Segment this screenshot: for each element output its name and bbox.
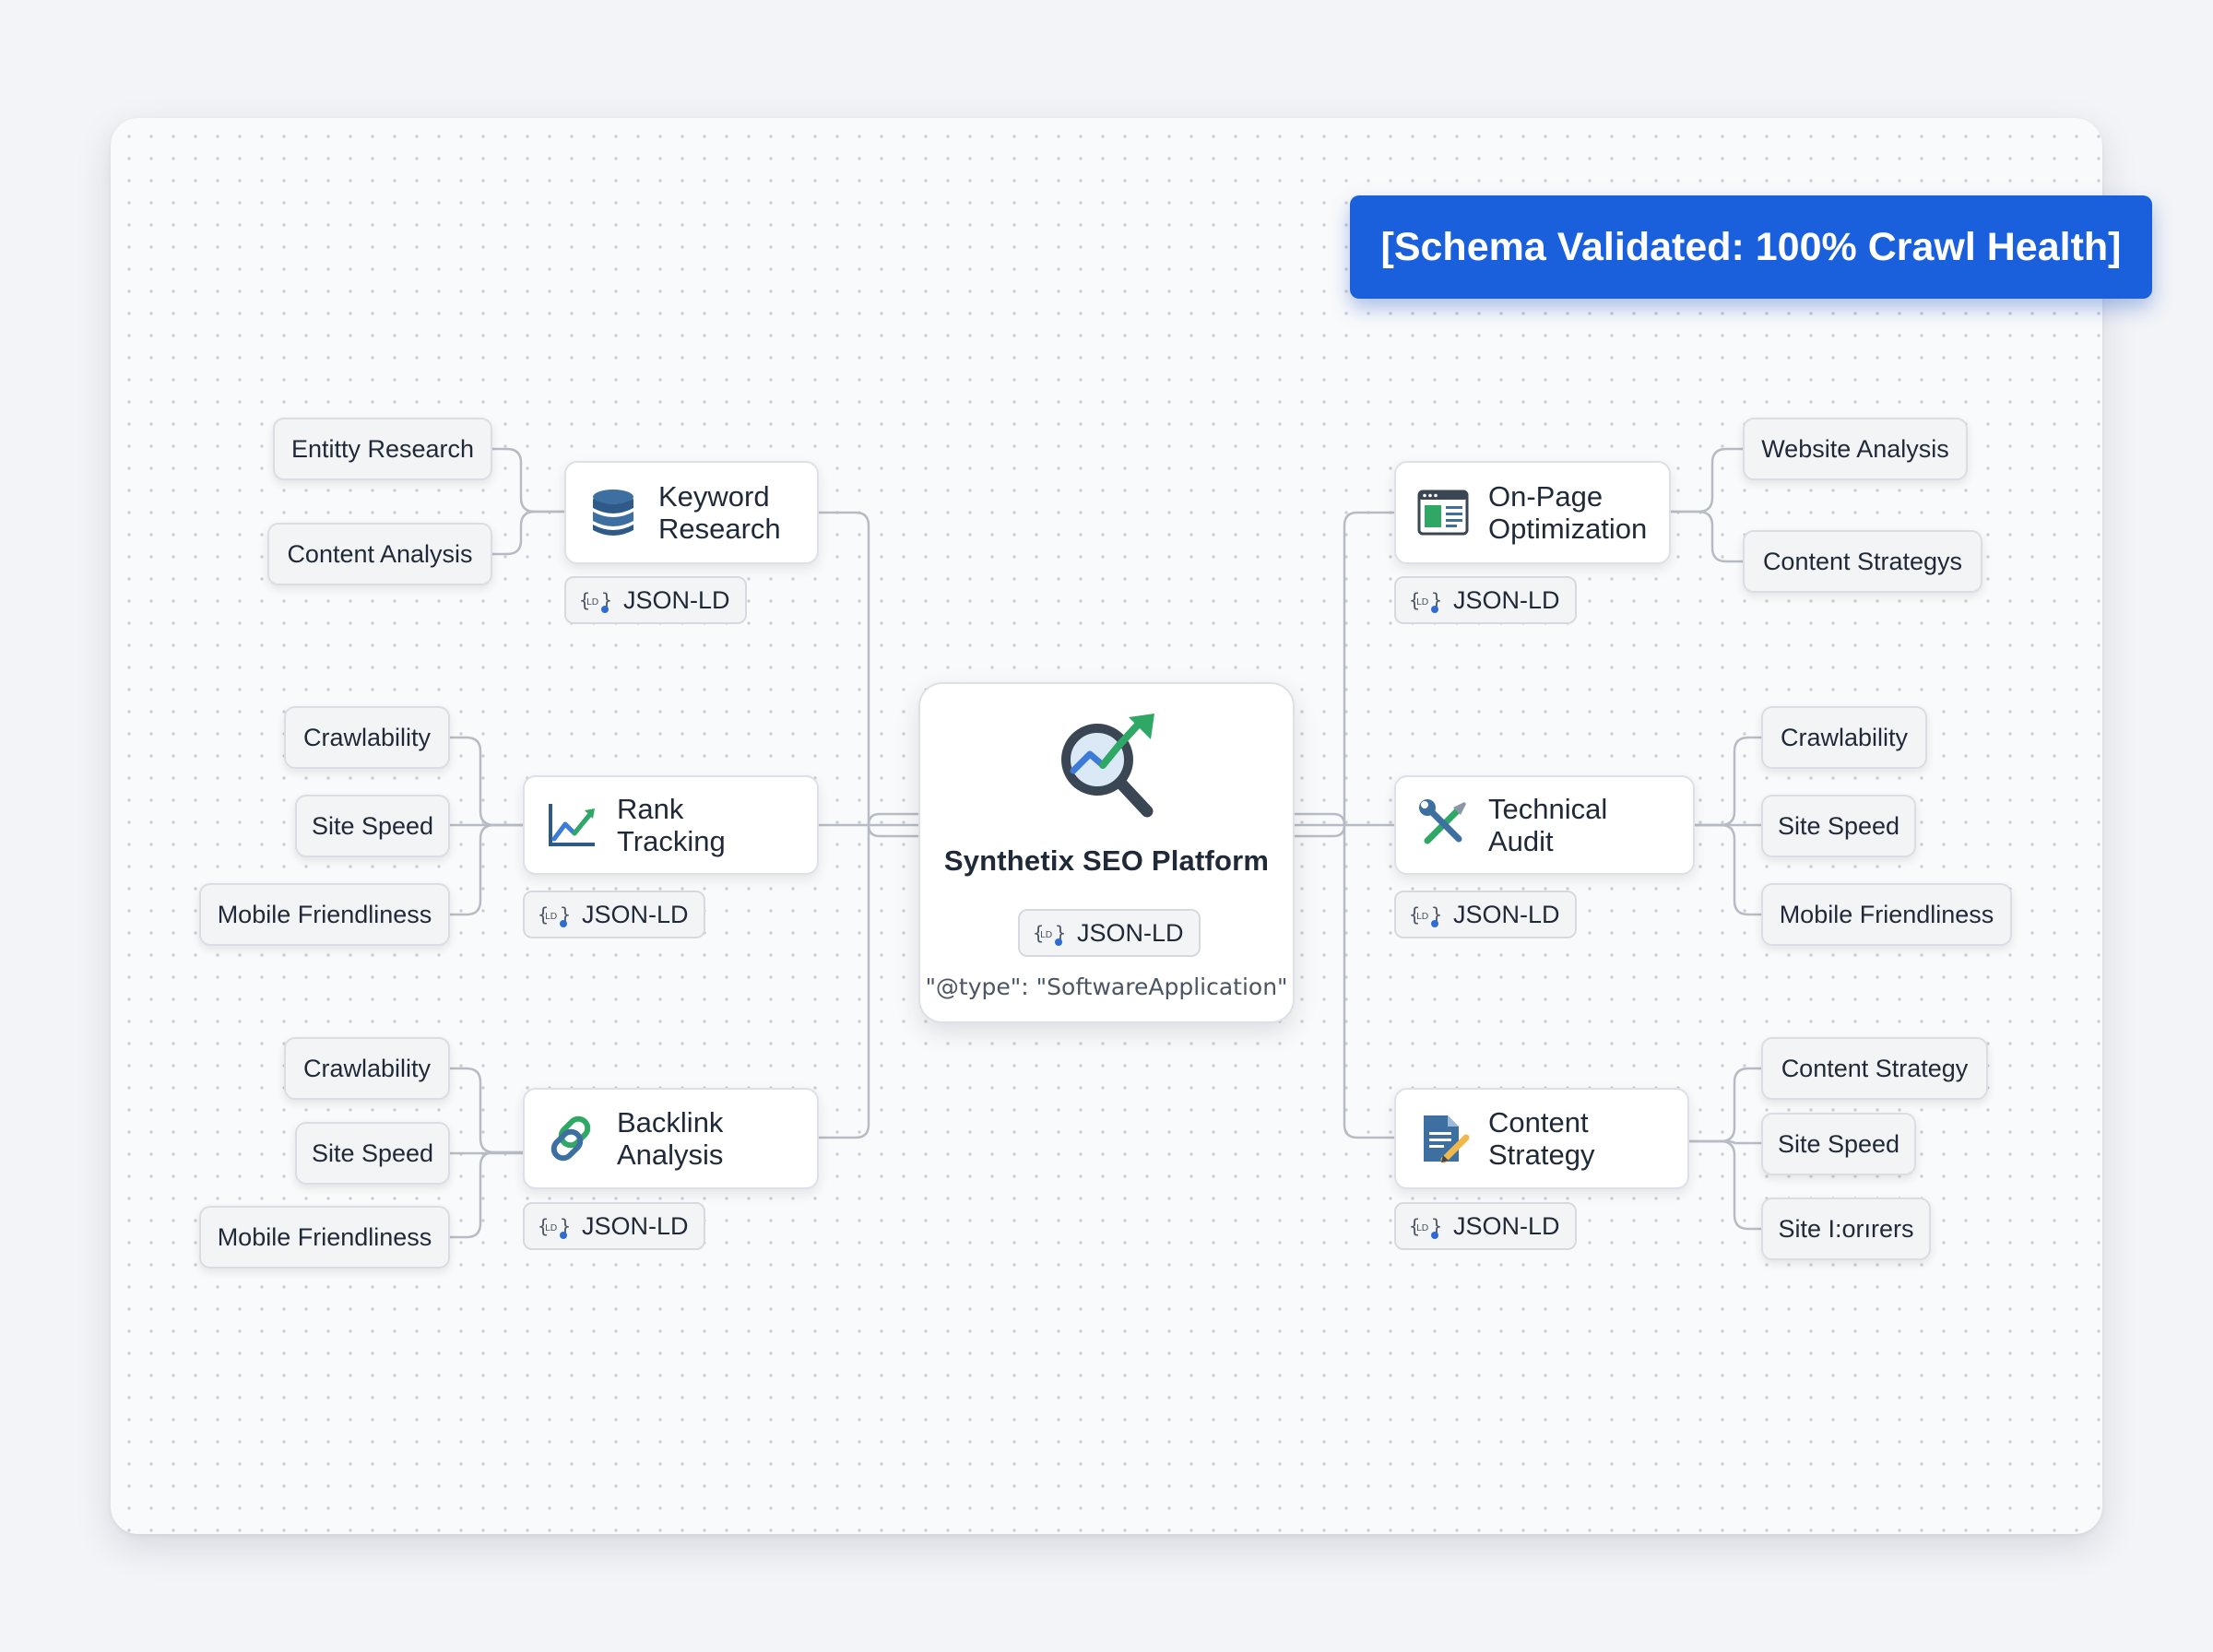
keyword-research-json-ld-badge[interactable]: {LD} JSON-LD [564,576,747,624]
leaf-site-speed[interactable]: Site Speed [295,795,450,857]
leaf-mobile-friendliness[interactable]: Mobile Friendliness [199,883,450,946]
center-json-ld-label: JSON-LD [1077,918,1184,947]
label-line: Content [1488,1106,1589,1139]
svg-text:LD: LD [545,1223,558,1233]
json-ld-icon: {LD} [536,897,571,932]
leaf-site-speed[interactable]: Site Speed [1761,1113,1916,1175]
json-ld-icon: {LD} [1407,1209,1442,1244]
leaf-site-errors[interactable]: Site I:orırers [1761,1198,1931,1260]
json-ld-label: JSON-LD [1453,1211,1560,1240]
json-ld-icon: {LD} [1031,915,1066,950]
node-technical-audit[interactable]: Technical Audit [1394,775,1695,875]
svg-text:LD: LD [1040,930,1053,940]
link-icon [545,1112,598,1165]
node-on-page-optimization-label: On-Page Optimization [1488,480,1647,545]
center-schema-type: "@type": "SoftwareApplication" [925,974,1288,1000]
line-chart-icon [545,798,598,852]
node-keyword-research[interactable]: Keyword Research [564,461,819,564]
json-ld-label: JSON-LD [623,585,730,614]
node-backlink-analysis[interactable]: Backlink Analysis [523,1088,819,1189]
svg-text:LD: LD [1416,912,1429,922]
leaf-content-analysis[interactable]: Content Analysis [267,523,492,585]
rank-tracking-json-ld-badge[interactable]: {LD} JSON-LD [523,891,705,938]
json-ld-label: JSON-LD [1453,585,1560,614]
technical-audit-json-ld-badge[interactable]: {LD} JSON-LD [1394,891,1577,938]
wrench-screwdriver-icon [1416,798,1470,852]
leaf-content-strategys[interactable]: Content Strategys [1743,530,1982,593]
schema-validation-banner: [Schema Validated: 100% Crawl Health] [1350,195,2152,299]
json-ld-icon: {LD} [1407,897,1442,932]
leaf-mobile-friendliness[interactable]: Mobile Friendliness [199,1206,450,1268]
leaf-site-speed[interactable]: Site Speed [295,1122,450,1185]
svg-text:LD: LD [586,597,599,608]
label-line: On-Page [1488,480,1604,513]
label-line: Optimization [1488,513,1648,545]
node-content-strategy[interactable]: Content Strategy [1394,1088,1689,1189]
label-line: Technical Audit [1488,793,1608,857]
magnifier-trending-chart-icon [1049,710,1167,828]
node-content-strategy-label: Content Strategy [1488,1106,1594,1171]
leaf-crawlability[interactable]: Crawlability [284,706,450,769]
leaf-crawlability[interactable]: Crawlability [284,1037,450,1100]
json-ld-label: JSON-LD [582,1211,689,1240]
label-line: Research [658,513,781,545]
node-technical-audit-label: Technical Audit [1488,793,1673,857]
node-rank-tracking-label: Rank Tracking [617,793,797,857]
label-line: Analysis [617,1139,724,1171]
json-ld-icon: {LD} [1407,583,1442,618]
web-page-icon [1416,486,1470,539]
backlink-analysis-json-ld-badge[interactable]: {LD} JSON-LD [523,1202,705,1250]
content-strategy-json-ld-badge[interactable]: {LD} JSON-LD [1394,1202,1577,1250]
json-ld-icon: {LD} [577,583,612,618]
database-icon [586,486,640,539]
document-pencil-icon [1416,1112,1470,1165]
label-line: Backlink [617,1106,724,1139]
leaf-website-analysis[interactable]: Website Analysis [1743,418,1968,480]
on-page-json-ld-badge[interactable]: {LD} JSON-LD [1394,576,1577,624]
leaf-content-strategy[interactable]: Content Strategy [1761,1037,1988,1100]
json-ld-icon: {LD} [536,1209,571,1244]
node-keyword-research-label: Keyword Research [658,480,781,545]
label-line: Keyword [658,480,770,513]
svg-text:LD: LD [1416,1223,1429,1233]
leaf-entity-research[interactable]: Entitty Research [273,418,492,480]
label-line: Rank Tracking [617,793,726,857]
svg-text:LD: LD [545,912,558,922]
leaf-crawlability[interactable]: Crawlability [1761,706,1927,769]
label-line: Strategy [1488,1139,1595,1171]
node-rank-tracking[interactable]: Rank Tracking [523,775,819,875]
center-title: Synthetix SEO Platform [943,844,1270,877]
node-on-page-optimization[interactable]: On-Page Optimization [1394,461,1671,564]
leaf-mobile-friendliness[interactable]: Mobile Friendliness [1761,883,2012,946]
leaf-site-speed[interactable]: Site Speed [1761,795,1916,857]
center-node-synthetix[interactable]: Synthetix SEO Platform {LD} JSON-LD "@ty… [918,682,1295,1023]
node-backlink-analysis-label: Backlink Analysis [617,1106,723,1171]
svg-text:LD: LD [1416,597,1429,608]
center-json-ld-badge[interactable]: {LD} JSON-LD [1018,909,1201,957]
json-ld-label: JSON-LD [1453,900,1560,928]
json-ld-label: JSON-LD [582,900,689,928]
